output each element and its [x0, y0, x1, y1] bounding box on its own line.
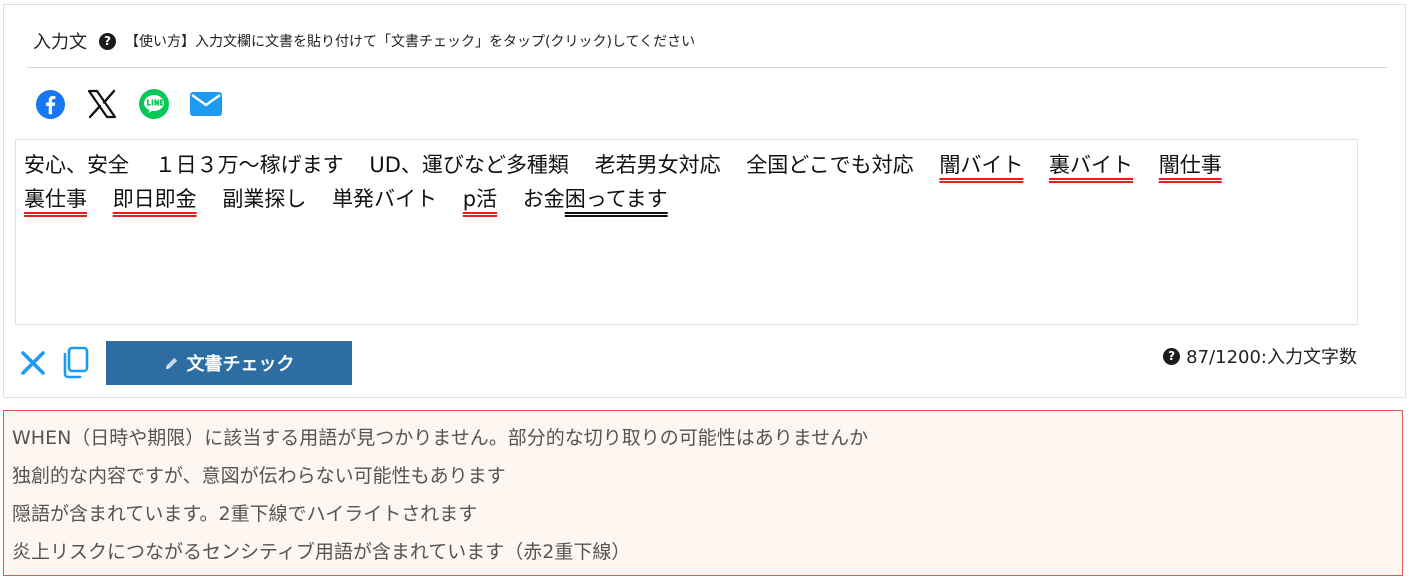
result-message: 隠語が含まれています。2重下線でハイライトされます — [12, 503, 478, 525]
facebook-icon — [35, 89, 65, 119]
question-circle-icon[interactable]: ? — [99, 32, 116, 50]
result-message: 独創的な内容ですが、意図が伝わらない可能性もあります — [12, 465, 506, 487]
phrase: UD、運びなど多種類 — [369, 153, 569, 177]
input-header: 入力文 ? 【使い方】入力文欄に文書を貼り付けて「文書チェック」をタップ(クリッ… — [33, 28, 695, 54]
phrase: 安心、安全 — [24, 153, 129, 177]
phrase: １日３万〜稼げます — [154, 153, 344, 177]
input-textarea[interactable]: 安心、安全 １日３万〜稼げます UD、運びなど多種類 老若男女対応 全国どこでも… — [15, 139, 1358, 325]
character-count-text: 87/1200:入力文字数 — [1186, 347, 1357, 368]
usage-instruction: 【使い方】入力文欄に文書を貼り付けて「文書チェック」をタップ(クリック)してくだ… — [125, 34, 696, 50]
input-title: 入力文 — [33, 32, 87, 53]
result-messages: WHEN（日時や期限）に該当する用語が見つかりません。部分的な切り取りの可能性は… — [3, 410, 1403, 576]
input-panel: 入力文 ? 【使い方】入力文欄に文書を貼り付けて「文書チェック」をタップ(クリッ… — [3, 4, 1406, 398]
sensitive-term: 裏バイト — [1049, 153, 1134, 177]
sensitive-term: 闇バイト — [939, 153, 1024, 177]
document-check-label: 文書チェック — [186, 354, 295, 375]
facebook-share-button[interactable] — [33, 87, 67, 121]
phrase: 単発バイト — [332, 187, 438, 211]
header-divider — [27, 67, 1387, 68]
phrase: 老若男女対応 — [594, 153, 721, 177]
phrase: 副業探し — [222, 187, 307, 211]
clear-button[interactable] — [18, 343, 48, 383]
sensitive-term: 裏仕事 — [24, 187, 87, 211]
result-message: WHEN（日時や期限）に該当する用語が見つかりません。部分的な切り取りの可能性は… — [12, 427, 869, 449]
sensitive-term: p活 — [462, 187, 498, 211]
document-check-button[interactable]: 文書チェック — [106, 341, 352, 385]
input-tools: 文書チェック — [18, 341, 352, 385]
mail-share-button[interactable] — [189, 87, 223, 121]
close-icon — [21, 351, 45, 375]
copy-icon — [63, 346, 89, 379]
line-share-button[interactable] — [137, 87, 171, 121]
character-count: ? 87/1200:入力文字数 — [1163, 341, 1357, 371]
line-icon — [139, 89, 169, 119]
share-buttons — [33, 87, 241, 121]
phrase: お金 — [522, 187, 565, 211]
copy-button[interactable] — [60, 343, 90, 383]
jargon-term: 困ってます — [564, 187, 668, 211]
input-line-2: 裏仕事 即日即金 副業探し 単発バイト p活 お金困ってます — [24, 182, 1357, 216]
phrase: 全国どこでも対応 — [746, 153, 914, 177]
pencil-icon — [164, 356, 179, 371]
sensitive-term: 闇仕事 — [1158, 153, 1222, 177]
result-message: 炎上リスクにつながるセンシティブ用語が含まれています（赤2重下線） — [12, 541, 631, 563]
sensitive-term: 即日即金 — [112, 187, 197, 211]
x-icon — [87, 89, 117, 119]
x-share-button[interactable] — [85, 87, 119, 121]
input-line-1: 安心、安全 １日３万〜稼げます UD、運びなど多種類 老若男女対応 全国どこでも… — [24, 148, 1357, 182]
question-circle-icon[interactable]: ? — [1163, 347, 1181, 365]
mail-icon — [190, 92, 222, 116]
